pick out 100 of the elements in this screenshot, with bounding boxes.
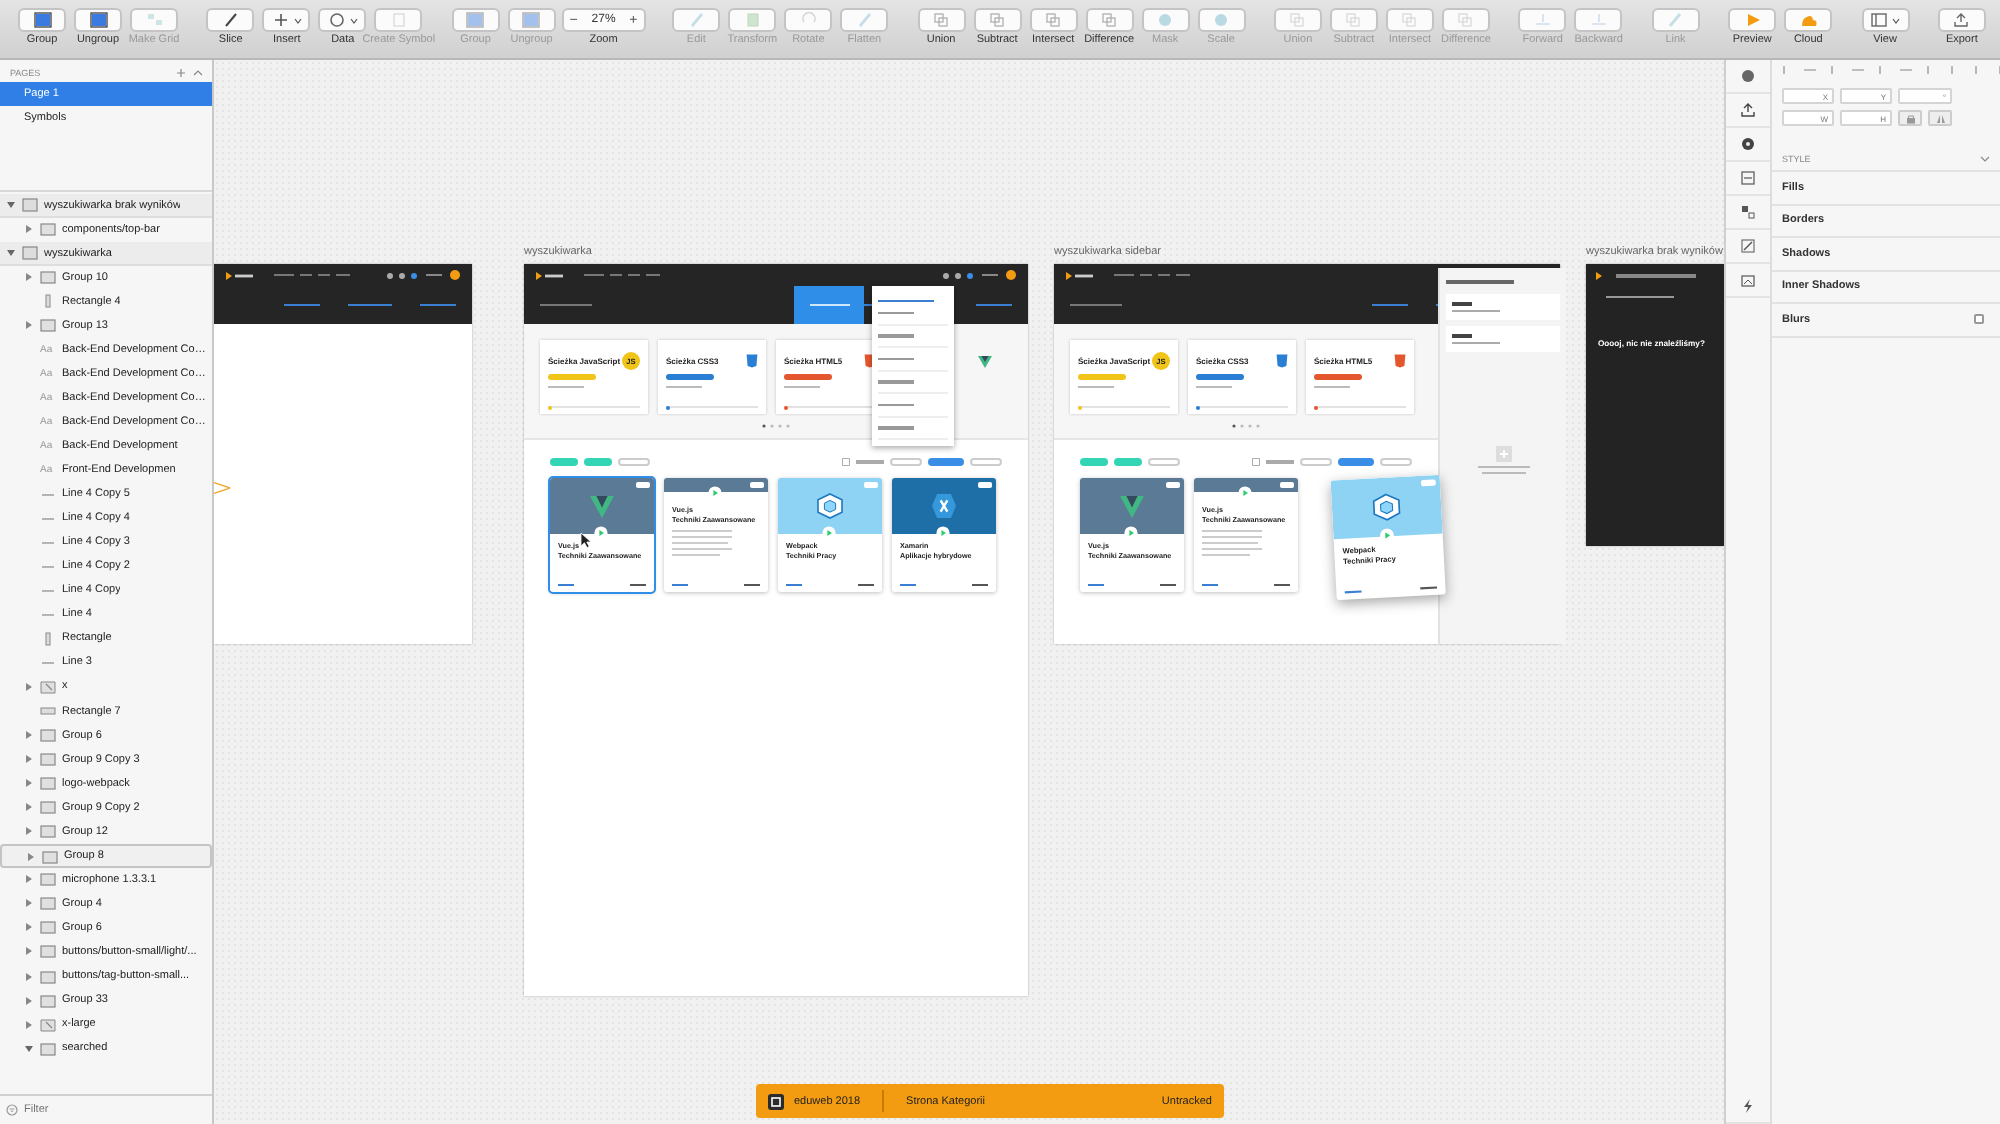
toolbar-button[interactable] <box>318 8 367 32</box>
image-icon <box>1740 272 1756 288</box>
plus-icon <box>271 12 290 28</box>
sort-chip[interactable] <box>1300 458 1332 466</box>
toolbar-icons <box>386 271 418 279</box>
boolean-icon <box>1044 12 1063 28</box>
boolean-icon <box>1344 12 1363 28</box>
v-logo-icon <box>588 492 616 520</box>
sort-chip[interactable] <box>890 458 922 466</box>
artboard-icon <box>22 246 38 261</box>
lock-icon <box>1905 113 1915 123</box>
folder-icon <box>40 1041 56 1056</box>
group-icon <box>89 12 107 28</box>
toolbar-button[interactable] <box>1728 8 1777 32</box>
boolean-icon <box>1400 12 1419 28</box>
rotate-icon <box>799 12 818 28</box>
play-button-icon <box>708 486 722 500</box>
grid-layout-icon <box>1740 204 1756 220</box>
symbol-icon <box>389 12 408 28</box>
pen-icon <box>1666 12 1685 28</box>
group-icon <box>522 12 541 28</box>
lock-ratio-button[interactable] <box>1898 110 1922 126</box>
search-result[interactable] <box>1446 326 1560 352</box>
boolean-icon <box>1456 12 1475 28</box>
logo-icon <box>226 271 254 279</box>
cube-icon <box>816 492 844 520</box>
sort-chip[interactable] <box>1380 458 1412 466</box>
flip-button[interactable] <box>1928 110 1952 126</box>
duration-tag <box>750 482 764 487</box>
globe-icon <box>327 12 346 28</box>
cube-icon <box>1371 491 1403 523</box>
avatar <box>1006 270 1016 280</box>
play-button-icon <box>822 526 836 540</box>
folder-icon <box>40 318 56 333</box>
v-logo-icon <box>976 351 994 369</box>
play-button-icon <box>1238 486 1252 500</box>
rectangle-icon <box>40 704 56 718</box>
v-logo-icon <box>1118 492 1146 520</box>
image-placeholder-icon <box>1495 446 1511 462</box>
edit-icon <box>1740 238 1756 254</box>
sort-chip[interactable] <box>1338 458 1374 466</box>
export-icon <box>1952 12 1971 28</box>
duration-tag <box>864 482 878 487</box>
toolbar-button[interactable] <box>1784 8 1833 32</box>
group-icon <box>466 12 485 28</box>
mask-icon <box>1156 12 1175 28</box>
duration-tag <box>978 482 992 487</box>
boolean-icon <box>1288 12 1307 28</box>
filter-icon <box>6 1104 18 1116</box>
boolean-icon <box>932 12 951 28</box>
layers-icon <box>1533 12 1552 28</box>
project-logo-icon <box>768 1093 784 1109</box>
play-button-icon <box>1124 526 1138 540</box>
checkbox-icon <box>1252 458 1260 466</box>
shape-icon <box>40 679 56 694</box>
toolbar-button[interactable] <box>206 8 255 32</box>
duration-tag <box>1166 482 1180 487</box>
search-result[interactable] <box>1446 294 1560 320</box>
flip-icon <box>1935 113 1945 123</box>
cloud-icon <box>1799 12 1818 28</box>
logo-icon <box>536 271 564 279</box>
caret-icon <box>293 17 302 23</box>
checkbox[interactable] <box>1974 314 1984 325</box>
boolean-icon <box>1100 12 1119 28</box>
shape-icon <box>40 1017 56 1032</box>
caret-icon <box>349 17 358 23</box>
knife-icon <box>221 12 240 28</box>
filter-chip[interactable] <box>1080 458 1108 466</box>
folder-icon <box>40 270 56 285</box>
duration-tag <box>1280 482 1294 487</box>
filter-chip[interactable] <box>618 458 650 466</box>
toolbar-button[interactable] <box>74 8 122 32</box>
filter-chip[interactable] <box>1148 458 1180 466</box>
caret-icon <box>1892 17 1901 23</box>
filter-chip[interactable] <box>1114 458 1142 466</box>
duration-tag <box>1420 479 1436 486</box>
filter-chip[interactable] <box>584 458 612 466</box>
toolbar-button[interactable] <box>262 8 311 32</box>
layers-icon <box>1589 12 1608 28</box>
duration-tag <box>636 482 650 487</box>
filter-chip[interactable] <box>550 458 578 466</box>
play-icon <box>1743 12 1762 28</box>
sort-chip[interactable] <box>970 458 1002 466</box>
sort-chip[interactable] <box>928 458 964 466</box>
toolbar-button[interactable] <box>1861 8 1910 32</box>
pen-icon <box>855 12 874 28</box>
boolean-icon <box>988 12 1007 28</box>
view-icon <box>1870 12 1889 28</box>
cursor-icon <box>580 532 592 548</box>
folder-icon <box>40 222 56 237</box>
toolbar-button[interactable] <box>1937 8 1986 32</box>
bolt-icon <box>1740 1098 1756 1114</box>
chevron-down-icon <box>1980 156 1990 162</box>
search-tab[interactable] <box>794 286 864 324</box>
toolbar-button[interactable] <box>18 8 66 32</box>
toolbar-icons <box>942 271 974 279</box>
mask-icon <box>1212 12 1231 28</box>
square-icon <box>743 12 762 28</box>
play-button-icon <box>1379 527 1395 544</box>
checkbox-icon <box>842 458 850 466</box>
